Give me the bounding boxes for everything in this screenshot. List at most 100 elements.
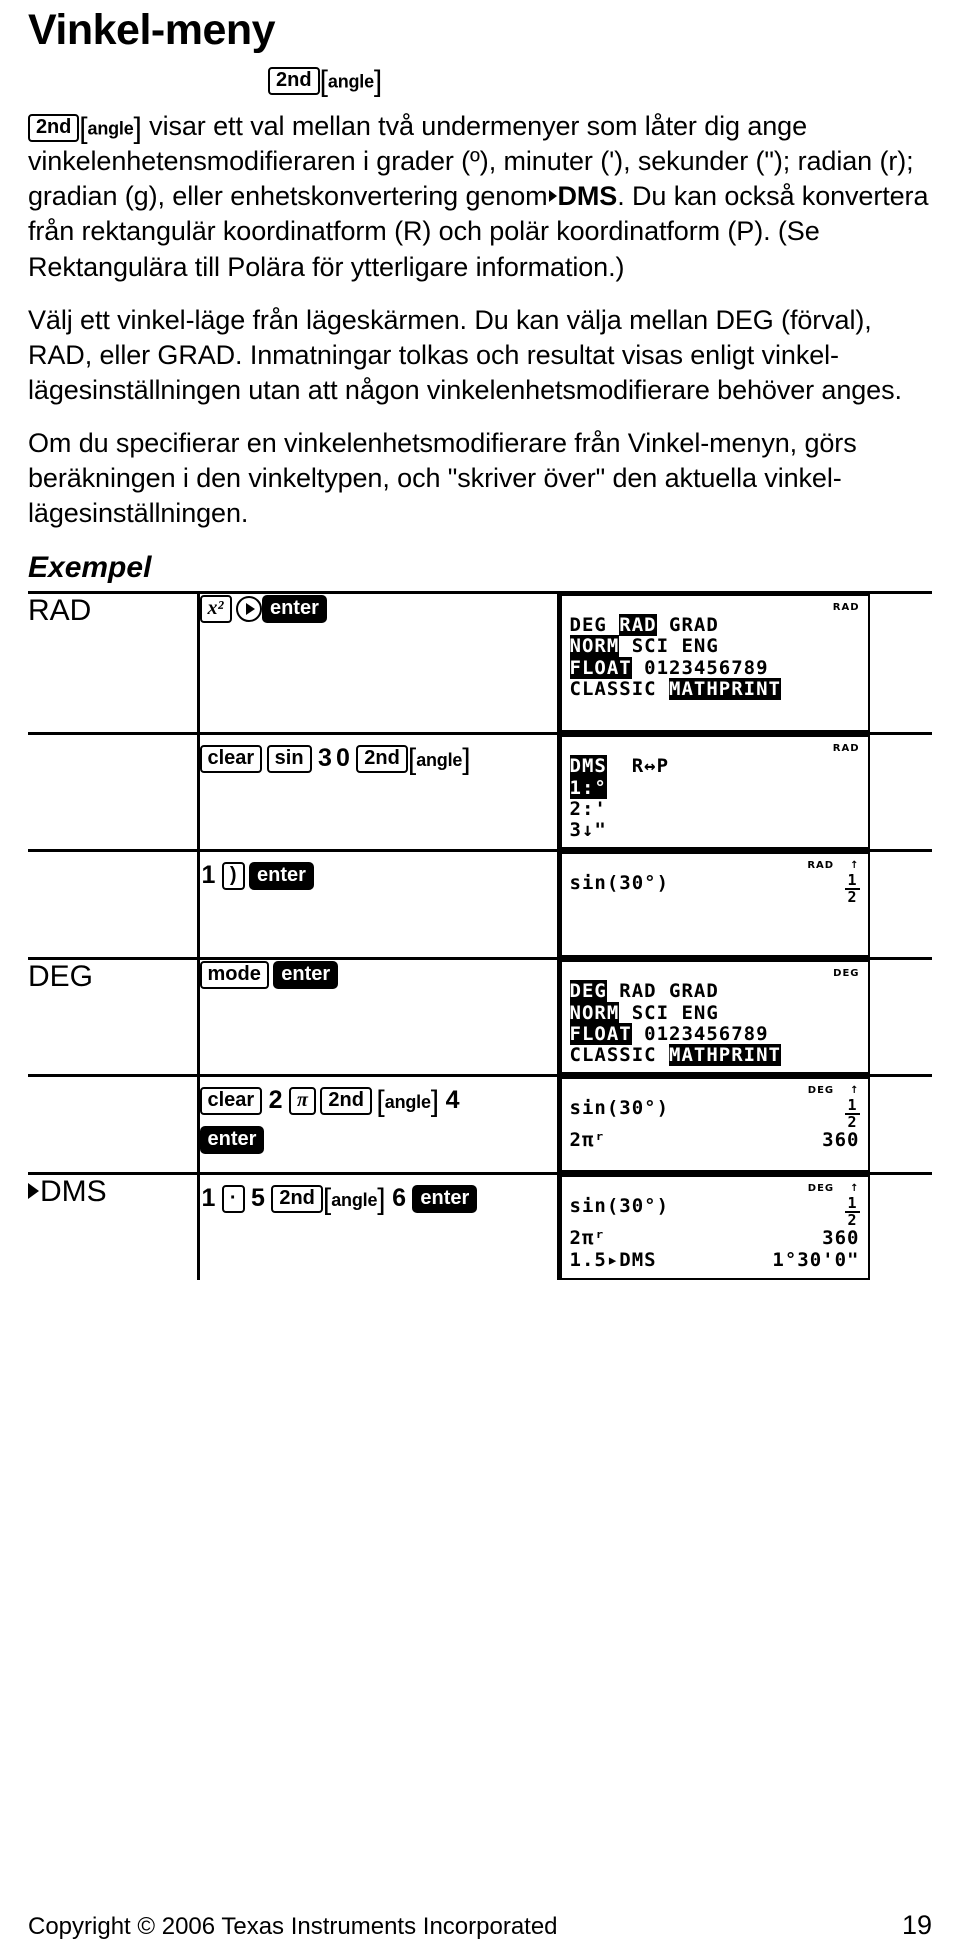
entry-expression: 2πʳ (569, 1129, 607, 1152)
key-enter[interactable]: enter (412, 1184, 478, 1213)
entry-result: 360 (822, 1227, 860, 1250)
selected-option: MATHPRINT (669, 677, 781, 700)
bracket-close: ] (133, 111, 142, 145)
key-digit-1[interactable]: 1 (200, 1175, 218, 1223)
table-row: RAD x² enter RAD DEG RAD GRAD NORM SCI EN… (28, 591, 932, 734)
screen-status: RAD ↑ (570, 859, 860, 873)
screen-line: FLOAT 0123456789 (569, 656, 769, 679)
screen-line: CLASSIC MATHPRINT (569, 677, 781, 700)
calculator-screen: DEG ↑ sin(30°) 12 2πʳ 360 (559, 1077, 870, 1173)
key-enter[interactable]: enter (248, 862, 314, 891)
screen-status: RAD (570, 742, 860, 756)
key-clear[interactable]: clear (199, 744, 263, 773)
selected-menu-item: 1:° (569, 776, 607, 799)
screen-status: DEG ↑ (570, 1084, 860, 1098)
table-row: DEG mode enter DEG DEG RAD GRAD NORM SCI … (28, 957, 932, 1076)
status-mode: DEG (833, 968, 860, 980)
selected-option: FLOAT (569, 1022, 632, 1045)
key-digit-3[interactable]: 3 (316, 735, 334, 783)
key-angle-bracketed[interactable]: [angle] (323, 1178, 386, 1220)
selected-option: DMS (569, 755, 607, 778)
key-2nd-inline[interactable]: 2nd (28, 114, 80, 143)
entry-result: 1°30'0" (772, 1249, 860, 1272)
entry-result: 360 (822, 1129, 860, 1152)
row-mode-label: RAD (28, 591, 198, 734)
key-2nd[interactable]: 2nd (320, 1087, 372, 1116)
selected-option: DEG (569, 980, 607, 1003)
page-footer: Copyright © 2006 Texas Instruments Incor… (28, 1910, 932, 1941)
key-angle-label: angle (331, 1190, 378, 1211)
table-row: clear 2 π 2nd [angle] 4 enter DEG ↑ sin(3… (28, 1074, 932, 1174)
key-angle-bracketed-inline[interactable]: [angle] (79, 111, 142, 145)
convert-triangle-icon (548, 190, 557, 203)
table-row: clear sin 30 2nd [angle] RAD DMS R↔P 1:° 2:… (28, 732, 932, 851)
screen-entry: sin(30°) 12 (570, 872, 860, 907)
screen-line: NORM SCI ENG (569, 635, 719, 658)
status-mode: RAD (832, 743, 860, 755)
key-angle-bracketed[interactable]: [angle] (408, 738, 471, 780)
entry-expression: sin(30°) (569, 1097, 670, 1120)
bracket-close: ] (377, 1183, 386, 1217)
bracket-close: ] (462, 743, 471, 777)
key-clear[interactable]: clear (199, 1087, 263, 1116)
screen-entry: 2πʳ 360 (570, 1130, 860, 1152)
screen-status: DEG ↑ (570, 1182, 860, 1196)
row-keys: 1 ) enter (196, 849, 558, 959)
selected-option: MATHPRINT (669, 1044, 781, 1067)
row-keys: x² enter (196, 591, 558, 734)
key-angle-label: angle (416, 750, 463, 771)
screen-body: DEG RAD GRAD NORM SCI ENG FLOAT 0123456789… (569, 980, 860, 1067)
entry-expression: sin(30°) (569, 1195, 670, 1218)
dms-keyword: DMS (557, 181, 618, 212)
screen-entry: sin(30°) 12 (570, 1098, 860, 1130)
key-angle-bracketed[interactable]: [angle] (320, 67, 383, 97)
fraction-denominator: 2 (847, 1211, 858, 1230)
key-2nd[interactable]: 2nd (268, 67, 320, 96)
screen-line: CLASSIC MATHPRINT (569, 1044, 781, 1067)
status-scroll-up-icon: ↑ (850, 1183, 860, 1195)
key-right-paren[interactable]: ) (221, 862, 245, 891)
key-digit-1[interactable]: 1 (200, 852, 218, 900)
key-2nd[interactable]: 2nd (356, 744, 408, 773)
copyright-text: Copyright © 2006 Texas Instruments Incor… (28, 1913, 558, 1940)
key-digit-2[interactable]: 2 (267, 1077, 285, 1125)
key-decimal-point[interactable]: · (221, 1184, 245, 1213)
row-screen: DEG ↑ sin(30°) 12 2πʳ 360 1.5▸DMS 1°30'0" (556, 1172, 932, 1280)
key-enter[interactable]: enter (199, 1125, 265, 1154)
bracket-open: [ (79, 111, 88, 145)
fraction-denominator: 2 (847, 888, 858, 907)
key-enter[interactable]: enter (273, 961, 339, 990)
key-sequence-demo: 2nd [angle] (268, 67, 932, 97)
key-enter[interactable]: enter (261, 594, 327, 623)
screen-line: 3↓" (569, 819, 607, 842)
bracket-close: ] (373, 65, 383, 99)
key-digit-6[interactable]: 6 (390, 1175, 408, 1223)
key-angle-label: angle (327, 71, 374, 92)
selected-option: NORM (569, 1001, 620, 1024)
key-pi[interactable]: π (289, 1087, 316, 1116)
key-mode[interactable]: mode (199, 961, 269, 990)
key-sin[interactable]: sin (266, 744, 312, 773)
row-keys: clear sin 30 2nd [angle] (196, 732, 558, 851)
bracket-open: [ (376, 1085, 385, 1119)
key-x-squared[interactable]: x² (199, 594, 232, 623)
key-digit-5[interactable]: 5 (249, 1175, 267, 1223)
screen-entry: 1.5▸DMS 1°30'0" (570, 1249, 860, 1272)
status-scroll-up-icon: ↑ (850, 1085, 860, 1097)
screen-line: 1:° (569, 776, 860, 799)
calculator-screen: DEG ↑ sin(30°) 12 2πʳ 360 1.5▸DMS 1°30'0" (559, 1175, 870, 1280)
status-mode: DEG (807, 1183, 835, 1195)
screen-body: DMS R↔P 1:° 2:' 3↓" (569, 755, 860, 842)
key-angle-bracketed[interactable]: [angle] (376, 1080, 439, 1122)
row-keys: clear 2 π 2nd [angle] 4 enter (196, 1074, 558, 1174)
key-digit-4[interactable]: 4 (444, 1077, 462, 1125)
key-2nd[interactable]: 2nd (271, 1184, 323, 1213)
right-arrow-key-icon[interactable] (235, 595, 262, 622)
selected-option: FLOAT (569, 656, 632, 679)
examples-heading: Exempel (28, 551, 152, 585)
entry-result-fraction: 12 (845, 1098, 860, 1130)
screen-line: FLOAT 0123456789 (569, 1022, 769, 1045)
calculator-screen: RAD DMS R↔P 1:° 2:' 3↓" (559, 735, 870, 850)
key-digit-0[interactable]: 0 (334, 735, 352, 783)
row-mode-label (28, 849, 198, 959)
